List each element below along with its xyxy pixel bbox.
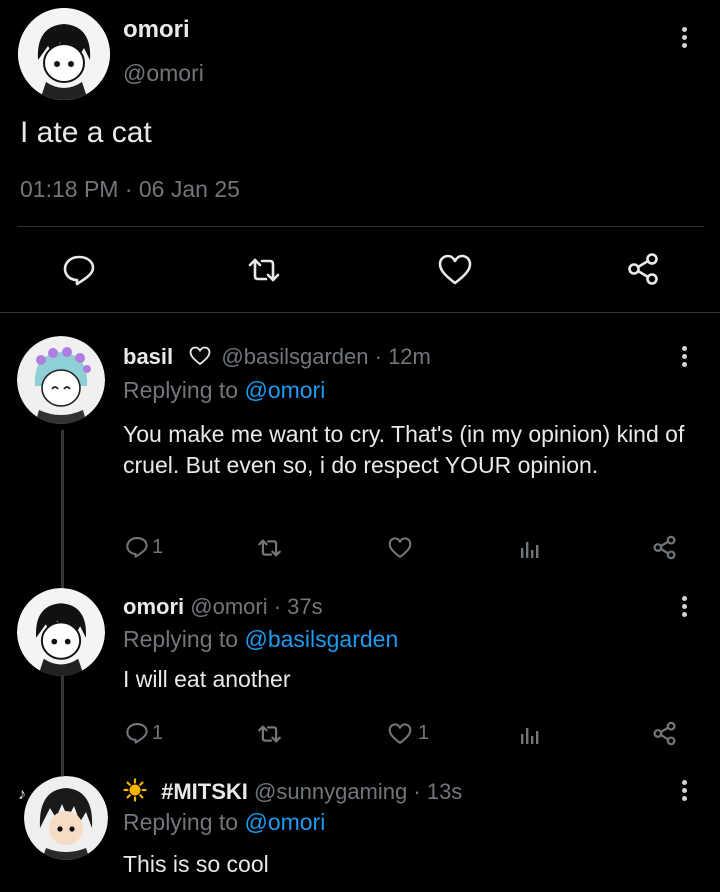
reply-1-handle[interactable]: @basilsgarden	[221, 344, 368, 369]
reply-2-time: 37s	[287, 594, 323, 619]
reply-1-replying-prefix: Replying to	[123, 377, 239, 403]
like-icon[interactable]	[438, 254, 472, 286]
reply-2-separator: ·	[273, 594, 282, 619]
reply-2-display-name[interactable]: omori	[123, 594, 184, 619]
reply-2-like-icon[interactable]	[388, 723, 412, 745]
reply-2-analytics-icon[interactable]	[520, 722, 542, 746]
reply-1-display-name[interactable]: basil	[123, 344, 173, 369]
reply-3-more-icon[interactable]	[679, 778, 689, 804]
reply-1-analytics-icon[interactable]	[520, 536, 542, 560]
reply-3-time: 13s	[426, 779, 463, 804]
reply-icon[interactable]	[62, 254, 96, 286]
reply-1-time: 12m	[388, 344, 431, 369]
reply-1-reply-count: 1	[152, 536, 164, 558]
music-note-icon: ♪	[18, 786, 26, 803]
reply-1-share-icon[interactable]	[652, 535, 677, 560]
reply-3-replying-handle[interactable]: @omori	[244, 809, 325, 835]
main-post-timestamp: 01:18 PM · 06 Jan 25	[20, 176, 240, 202]
reply-1-like-icon[interactable]	[388, 537, 412, 559]
reply-2-share-icon[interactable]	[652, 721, 677, 746]
sun-icon	[123, 778, 147, 808]
thread-line-2	[61, 672, 64, 776]
retweet-icon[interactable]	[246, 255, 282, 285]
reply-2-text: I will eat another	[123, 666, 291, 692]
reply-3-header: #MITSKI @sunnygaming · 13s	[123, 778, 462, 808]
reply-1-replying-handle[interactable]: @omori	[244, 377, 325, 403]
reply-2-like-count: 1	[418, 722, 430, 744]
reply-2-replying-prefix: Replying to	[123, 626, 239, 652]
reply-1-text: You make me want to cry. That's (in my o…	[123, 421, 685, 478]
reply-1-replying-to: Replying to @omori	[123, 377, 325, 404]
reply-2-retweet-icon[interactable]	[256, 723, 283, 745]
reply-2-reply-icon[interactable]	[125, 722, 149, 744]
reply-2-replying-handle[interactable]: @basilsgarden	[244, 626, 398, 652]
main-post-divider-bottom	[0, 312, 720, 313]
thread-line-1	[61, 430, 64, 592]
reply-2-more-icon[interactable]	[679, 594, 689, 620]
reply-2-avatar[interactable]	[17, 588, 105, 676]
reply-2-handle[interactable]: @omori	[190, 594, 267, 619]
share-icon[interactable]	[626, 252, 660, 286]
main-post-handle[interactable]: @omori	[123, 60, 204, 87]
reply-3-display-name[interactable]: #MITSKI	[161, 779, 248, 804]
main-post-text: I ate a cat	[20, 116, 152, 149]
reply-1-more-icon[interactable]	[679, 344, 689, 370]
reply-1-retweet-icon[interactable]	[256, 537, 283, 559]
main-post-divider-top	[18, 226, 704, 227]
main-post-avatar[interactable]	[18, 8, 110, 100]
reply-3-replying-prefix: Replying to	[123, 809, 239, 835]
reply-1-reply-icon[interactable]	[125, 536, 149, 558]
main-post-more-icon[interactable]	[679, 25, 689, 51]
reply-2-header: omori @omori · 37s	[123, 594, 323, 620]
reply-2-replying-to: Replying to @basilsgarden	[123, 626, 398, 653]
reply-3-replying-to: Replying to @omori	[123, 809, 325, 836]
reply-2-reply-count: 1	[152, 722, 164, 744]
reply-3-avatar[interactable]	[24, 776, 108, 860]
reply-1-avatar[interactable]	[17, 336, 105, 424]
reply-3-separator: ·	[413, 779, 421, 804]
main-post-display-name[interactable]: omori	[123, 16, 190, 44]
heart-outline-icon	[189, 346, 211, 372]
reply-1-header: basil @basilsgarden · 12m	[123, 344, 431, 372]
reply-3-handle[interactable]: @sunnygaming	[254, 779, 407, 804]
reply-1-separator: ·	[374, 344, 382, 369]
reply-3-text: This is so cool	[123, 851, 269, 877]
